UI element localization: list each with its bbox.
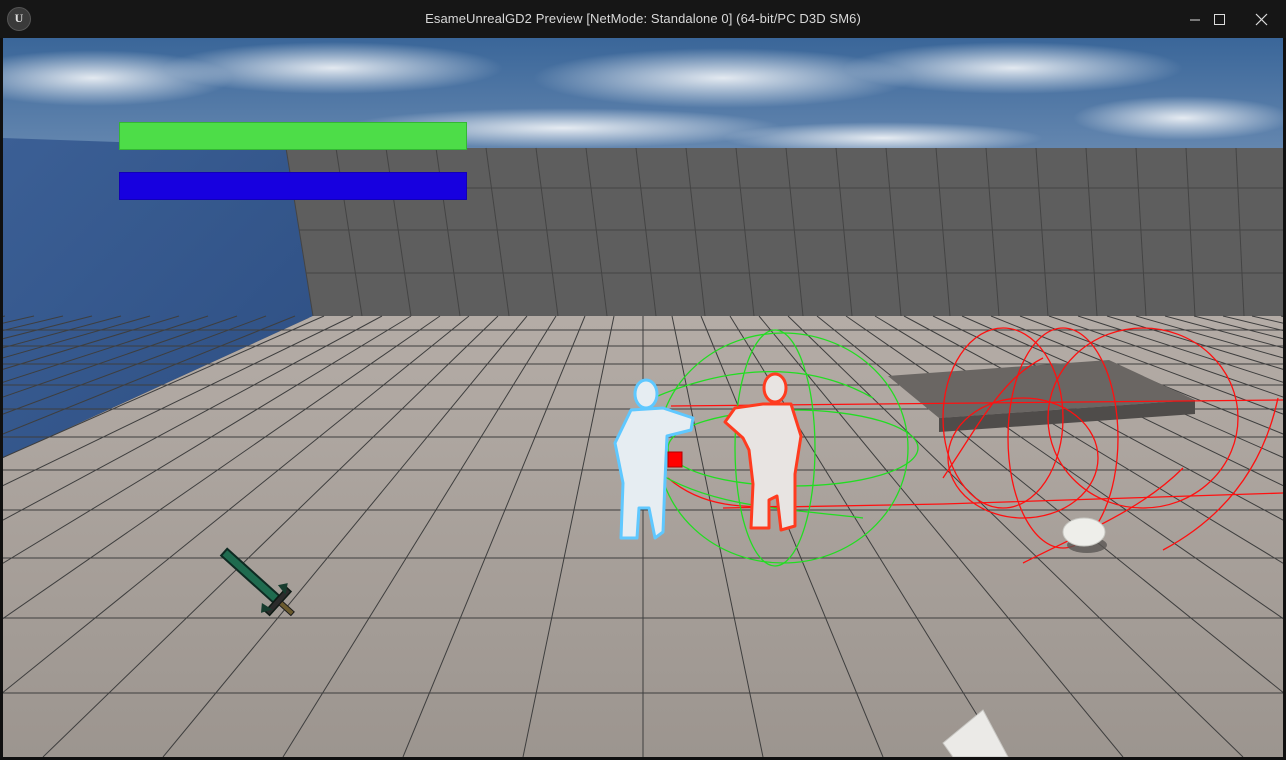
game-window: EsameUnrealGD2 Preview [NetMode: Standal… [0,0,1286,760]
maximize-button[interactable] [1200,4,1240,34]
window-title: EsameUnrealGD2 Preview [NetMode: Standal… [425,11,861,26]
close-button[interactable] [1242,4,1282,34]
health-bar [119,122,467,150]
mana-bar [119,172,467,200]
maximize-icon [1214,14,1225,25]
egg-pickup[interactable] [1062,517,1107,553]
hit-marker [667,451,683,468]
health-bar-fill [120,123,466,149]
close-icon [1255,13,1268,26]
mana-bar-fill [120,173,466,199]
game-viewport[interactable] [3,38,1283,757]
title-bar[interactable]: EsameUnrealGD2 Preview [NetMode: Standal… [0,0,1286,38]
